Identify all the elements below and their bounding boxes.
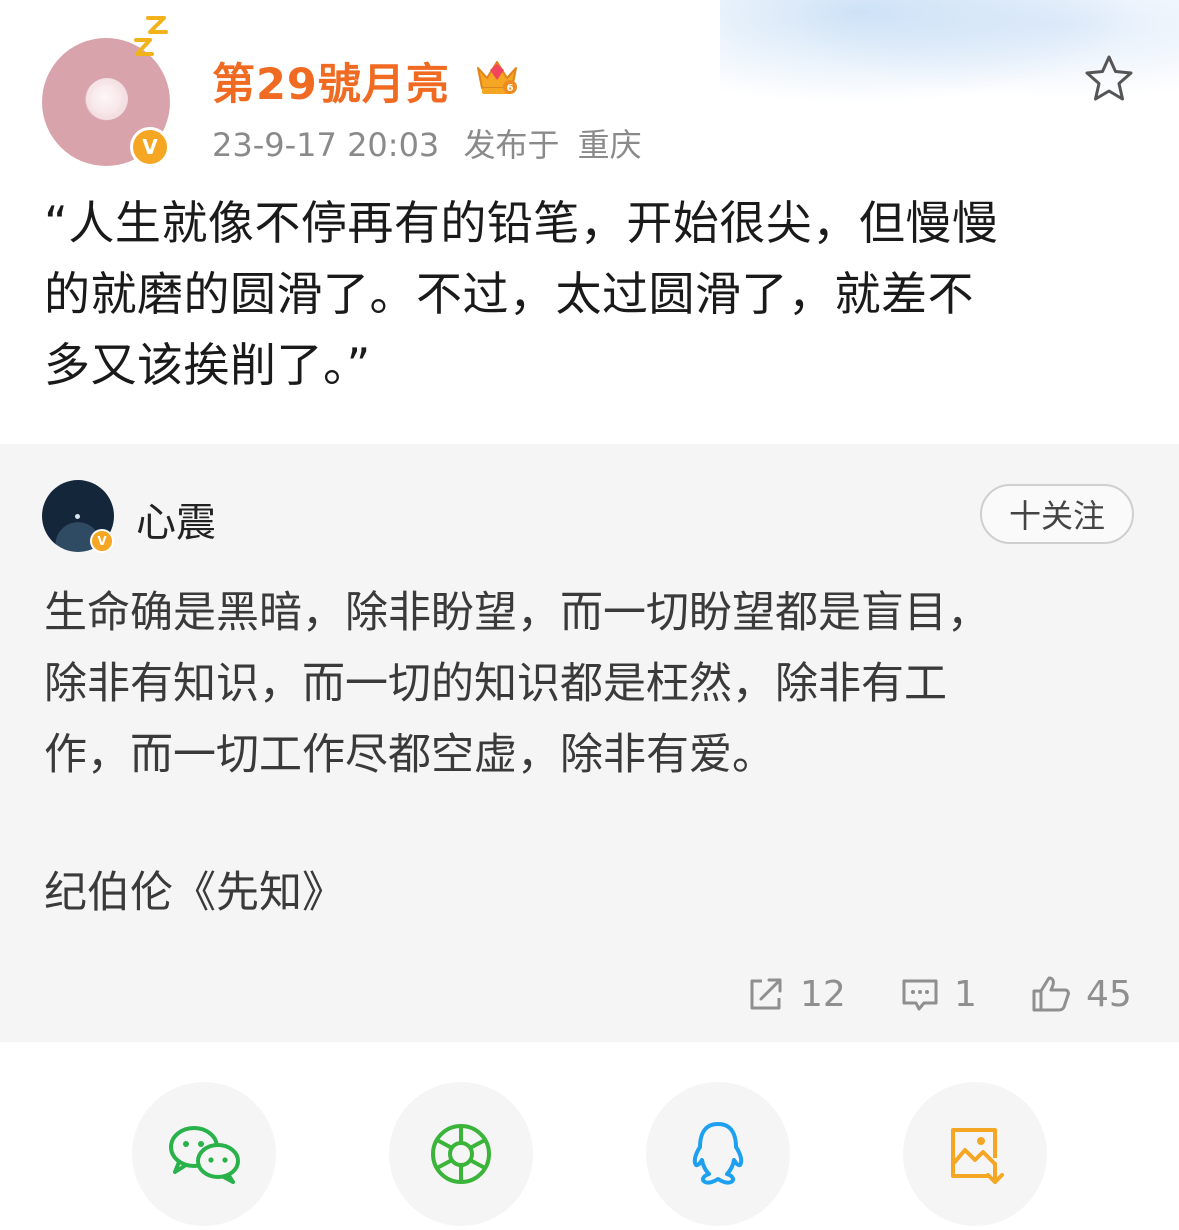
post-line: 的就磨的圆滑了。不过，太过圆滑了，就差不	[44, 267, 974, 321]
post-line: “人生就像不停再有的铅笔，开始很尖，但慢慢	[44, 196, 999, 250]
save-image-button[interactable]	[903, 1082, 1047, 1226]
post-body: “人生就像不停再有的铅笔，开始很尖，但慢慢 的就磨的圆滑了。不过，太过圆滑了，就…	[44, 188, 1144, 401]
quoted-author-name[interactable]: 心震	[136, 490, 216, 548]
quoted-body: 生命确是黑暗，除非盼望，而一切盼望都是盲目， 除非有知识，而一切的知识都是枉然，…	[44, 578, 1144, 791]
post-line: 多又该挨削了。”	[44, 338, 371, 392]
quoted-verified-badge: V	[90, 529, 114, 553]
moon-dot	[75, 514, 80, 519]
author-name[interactable]: 第29號月亮	[212, 50, 450, 112]
thumbs-up-icon	[1032, 976, 1070, 1012]
share-qq-button[interactable]	[646, 1082, 790, 1226]
svg-text:6: 6	[507, 83, 514, 94]
comment-button[interactable]: 1	[900, 968, 977, 1020]
comment-count: 1	[954, 973, 977, 1015]
follow-button[interactable]: 十关注	[980, 484, 1134, 544]
quoted-line: 作，而一切工作尽都空虚，除非有爱。	[44, 730, 775, 780]
sleep-zz-icon	[134, 16, 168, 56]
vip-crown-icon[interactable]: 6	[472, 54, 522, 98]
repost-count: 12	[800, 973, 846, 1015]
moments-icon	[431, 1124, 491, 1184]
qq-icon	[692, 1122, 744, 1185]
verified-badge: V	[130, 127, 170, 167]
wechat-icon	[169, 1126, 240, 1184]
quoted-line: 生命确是黑暗，除非盼望，而一切盼望都是盲目，	[44, 588, 990, 638]
moon-image	[86, 78, 128, 120]
share-moments-button[interactable]	[389, 1082, 533, 1226]
favorite-star-icon[interactable]	[1082, 52, 1136, 106]
comment-icon	[902, 979, 938, 1011]
quoted-source: 纪伯伦《先知》	[44, 868, 345, 918]
post-timestamp: 23-9-17 20:03	[212, 126, 440, 164]
post-location: 重庆	[577, 126, 642, 164]
post-meta: 23-9-17 20:03 发布于 重庆	[212, 120, 642, 166]
like-count: 45	[1086, 973, 1132, 1015]
repost-button[interactable]: 12	[746, 968, 846, 1020]
quoted-line: 除非有知识，而一切的知识都是枉然，除非有工	[44, 659, 947, 709]
save-image-icon	[951, 1128, 1004, 1184]
post-location-prefix: 发布于	[463, 126, 560, 164]
share-wechat-button[interactable]	[132, 1082, 276, 1226]
like-button[interactable]: 45	[1030, 968, 1132, 1020]
repost-icon	[750, 978, 782, 1010]
